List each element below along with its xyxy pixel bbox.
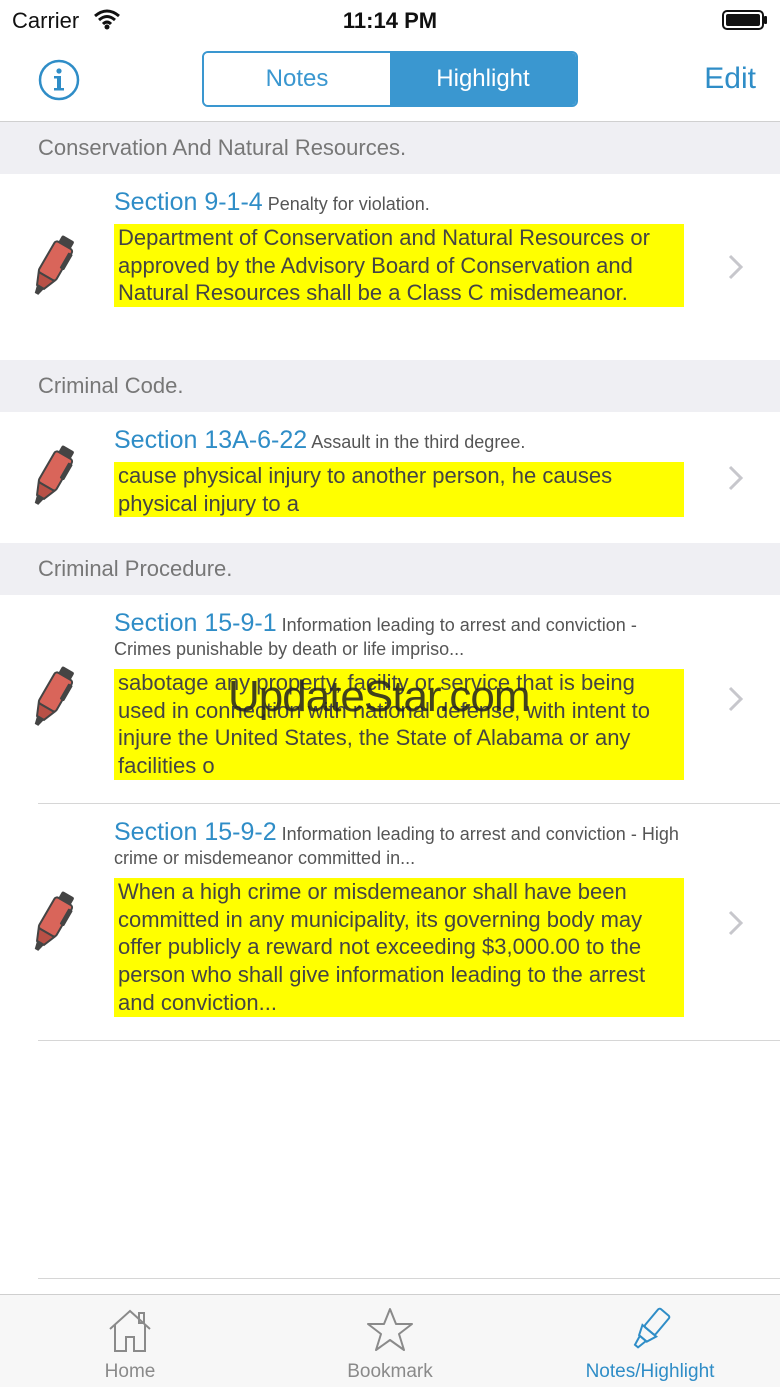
section-number: Section 15-9-2 — [114, 818, 277, 846]
group-header: Criminal Code. — [0, 360, 780, 412]
highlighter-icon — [633, 1307, 671, 1349]
highlighted-text: When a high crime or misdemeanor shall h… — [114, 878, 684, 1017]
highlight-row[interactable]: Section 15-9-2 Information leading to ar… — [0, 804, 780, 1041]
info-circle-icon[interactable] — [38, 59, 80, 101]
group-header: Conservation And Natural Resources. — [0, 122, 780, 174]
tab-home[interactable]: Home — [0, 1295, 260, 1387]
chevron-right-icon — [728, 910, 744, 936]
group-header: Criminal Procedure. — [0, 543, 780, 595]
star-icon — [367, 1308, 413, 1351]
home-icon — [109, 1309, 151, 1352]
list-end-divider — [38, 1278, 780, 1279]
status-bar: Carrier 11:14 PM — [0, 0, 780, 40]
chevron-right-icon — [728, 686, 744, 712]
segment-highlight[interactable]: Highlight — [390, 53, 576, 105]
tab-notes-highlight[interactable]: Notes/Highlight — [520, 1295, 780, 1387]
tab-label: Notes/Highlight — [585, 1361, 715, 1382]
section-title: Penalty for violation. — [267, 194, 430, 214]
nav-bar: Notes Highlight Edit — [0, 40, 780, 122]
section-title: Assault in the third degree. — [311, 432, 526, 452]
row-content: Section 13A-6-22 Assault in the third de… — [114, 426, 684, 518]
row-content: Section 15-9-2 Information leading to ar… — [114, 820, 684, 1017]
row-divider — [38, 1040, 780, 1041]
row-content: Section 9-1-4 Penalty for violation. Dep… — [114, 188, 684, 308]
tab-label: Bookmark — [347, 1361, 433, 1382]
section-number: Section 9-1-4 — [114, 188, 263, 216]
tab-bar: Home Bookmark Notes/Highlight — [0, 1294, 780, 1387]
section-number: Section 13A-6-22 — [114, 426, 308, 454]
highlight-row[interactable]: Section 9-1-4 Penalty for violation. Dep… — [0, 174, 780, 360]
marker-icon — [34, 666, 74, 726]
watermark: UpdateStar.com — [228, 672, 530, 721]
edit-button[interactable]: Edit — [704, 62, 756, 96]
tab-label: Home — [104, 1361, 156, 1382]
highlighted-text: Department of Conservation and Natural R… — [114, 224, 684, 308]
segment-notes[interactable]: Notes — [204, 53, 390, 105]
chevron-right-icon — [728, 254, 744, 280]
marker-icon — [34, 891, 74, 951]
tab-bookmark[interactable]: Bookmark — [260, 1295, 520, 1387]
notes-highlight-segmented-control: Notes Highlight — [202, 51, 578, 107]
marker-icon — [34, 445, 74, 505]
battery-icon — [722, 10, 767, 30]
highlight-list: Conservation And Natural Resources. Sect… — [0, 122, 780, 1041]
section-number: Section 15-9-1 — [114, 609, 277, 637]
chevron-right-icon — [728, 465, 744, 491]
clock-label: 11:14 PM — [342, 8, 438, 33]
highlight-row[interactable]: Section 13A-6-22 Assault in the third de… — [0, 412, 780, 543]
marker-icon — [34, 235, 74, 295]
highlighted-text: cause physical injury to another person,… — [114, 462, 684, 518]
